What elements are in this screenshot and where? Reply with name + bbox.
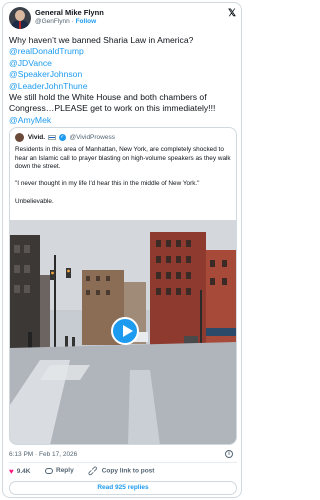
author-handle-row: @GenFlynn · Follow [35,18,96,25]
mention-link[interactable]: @SpeakerJohnson [9,69,239,80]
author-handle[interactable]: @GenFlynn [35,18,70,25]
like-count: 9.4K [16,468,31,475]
mention-link[interactable]: @realDonaldTrump [9,46,239,57]
x-logo-icon[interactable]: 𝕏 [227,9,237,19]
post-header: General Mike Flynn @GenFlynn · Follow 𝕏 [9,7,237,31]
quoted-paragraph: "I never thought in my life I'd hear thi… [15,180,200,188]
reply-icon [45,467,53,474]
embedded-post-card: General Mike Flynn @GenFlynn · Follow 𝕏 … [2,2,242,498]
copy-link-label: Copy link to post [101,467,155,475]
reply-label: Reply [56,467,74,474]
quoted-post[interactable]: Vivid. ✓ @VividProwess Residents in this… [9,127,237,445]
link-icon: ⊂⊃ [86,464,100,478]
heart-icon: ♥ [9,467,14,476]
quoted-author-avatar[interactable] [15,133,24,142]
separator-dot: · [71,18,74,25]
post-text-line: Why haven’t we banned Sharia Law in Amer… [9,35,194,45]
mention-link[interactable]: @LeaderJohnThune [9,81,239,92]
copy-link-button[interactable]: ⊂⊃ Copy link to post [86,464,155,478]
quoted-paragraph: Unbelievable. [15,197,54,205]
divider [9,462,237,463]
like-button[interactable]: ♥ 9.4K [9,467,30,477]
author-avatar[interactable] [9,7,31,29]
mention-link[interactable]: @JDVance [9,58,239,69]
mention-link[interactable]: @AmyMek [9,115,239,126]
reply-button[interactable]: Reply [45,467,74,477]
info-icon[interactable]: i [225,450,233,458]
author-name[interactable]: General Mike Flynn [35,8,104,17]
quoted-post-header: Vivid. ✓ @VividProwess [15,133,115,143]
quoted-author-name[interactable]: Vivid. [28,134,45,141]
post-text: Why haven’t we banned Sharia Law in Amer… [9,35,239,126]
follow-button[interactable]: Follow [76,18,97,25]
post-text-line: We still hold the White House and both c… [9,92,216,114]
post-timestamp[interactable]: 6:13 PM · Feb 17, 2026 [9,451,77,458]
verified-icon: ✓ [58,134,66,141]
quoted-post-text: Residents in this area of Manhattan, New… [15,146,231,215]
quoted-paragraph: Residents in this area of Manhattan, New… [15,146,231,171]
play-icon[interactable] [111,317,139,345]
quoted-author-handle[interactable]: @VividProwess [69,134,115,141]
video-thumbnail[interactable] [10,220,236,444]
read-replies-button[interactable]: Read 925 replies [9,481,237,495]
flag-icon [47,135,56,140]
